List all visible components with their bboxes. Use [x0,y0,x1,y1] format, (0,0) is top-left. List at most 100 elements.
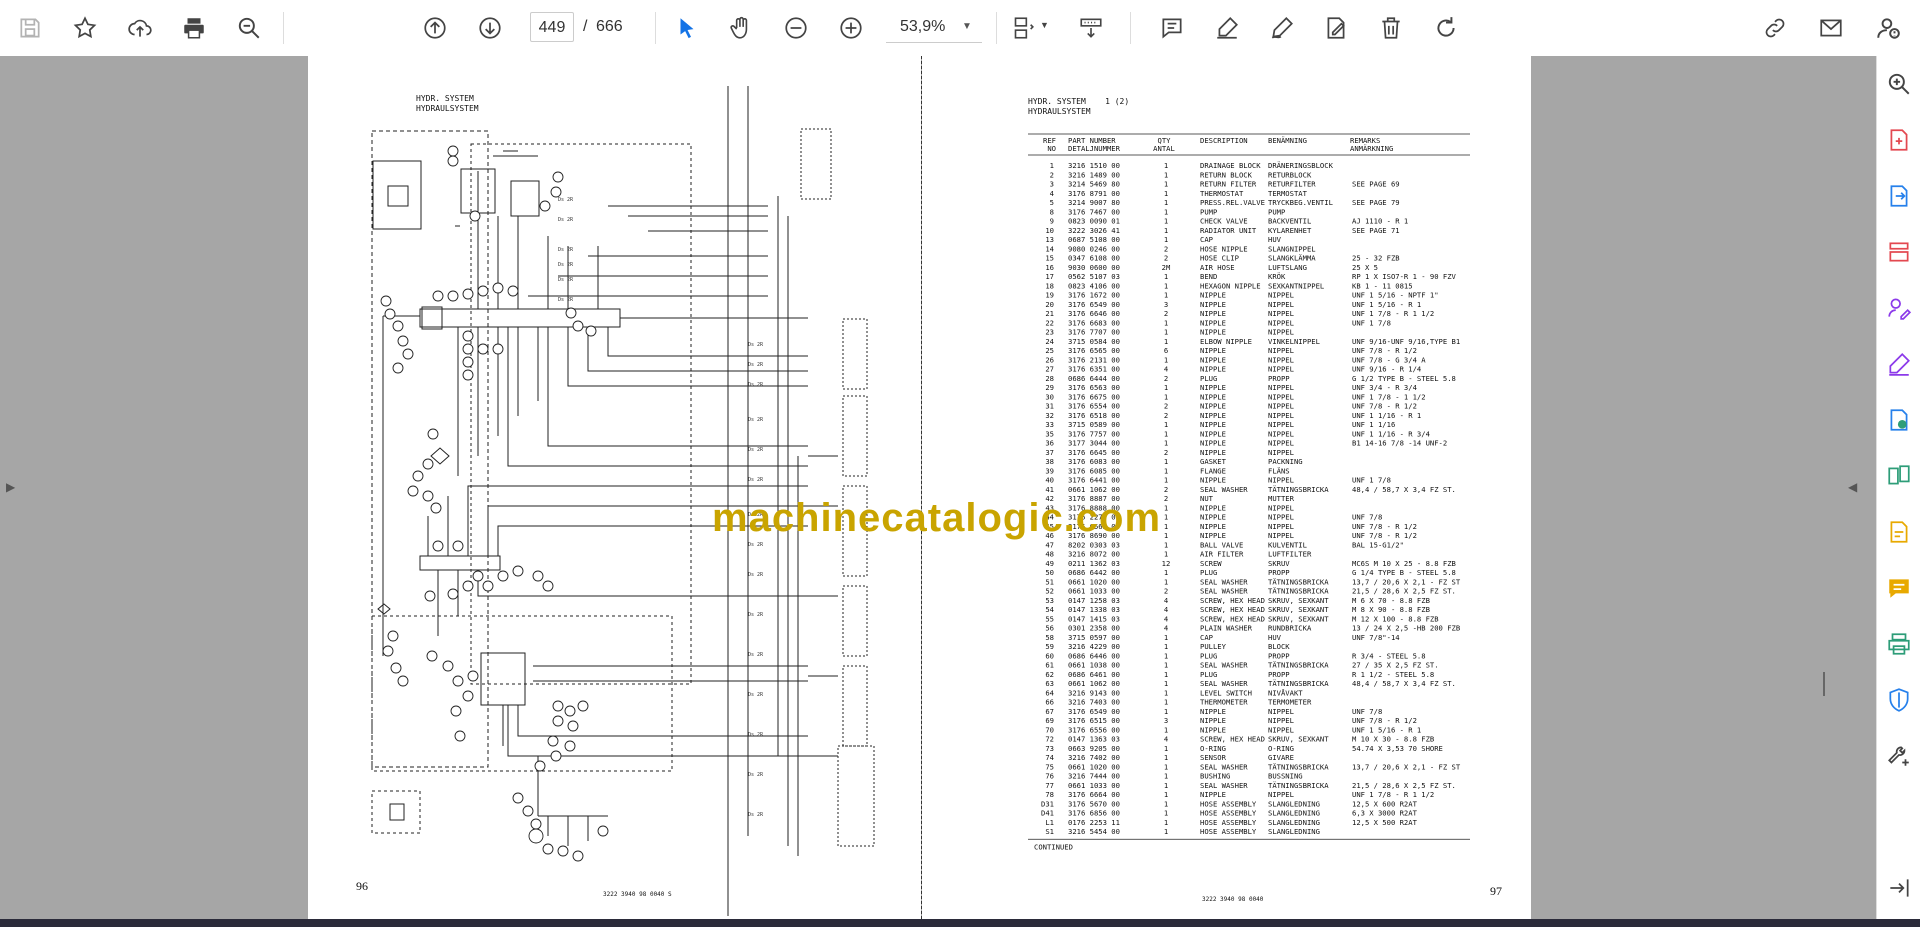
more-tools-icon[interactable] [1883,740,1915,772]
select-cursor-icon[interactable] [669,10,705,46]
document-viewer[interactable]: ▶ HYDR. SYSTEM HYDRAULSYSTEM Ds 2R Ds 2R… [0,56,1876,919]
comment-tool-icon[interactable] [1883,572,1915,604]
print-production-icon[interactable] [1883,628,1915,660]
table-header: DESCRIPTION [1200,136,1248,145]
collapse-panel-icon[interactable] [1883,872,1915,904]
table-cell-description: HOSE CLIP [1200,254,1239,263]
table-cell-part-number: 0663 9205 00 [1068,744,1120,753]
table-cell-benamning: TÄTNINGSBRICKA [1268,762,1329,771]
request-signature-icon[interactable] [1883,292,1915,324]
export-pdf-icon[interactable] [1883,180,1915,212]
zoom-level-select[interactable]: 53,9% ▼ [886,12,982,43]
create-pdf-icon[interactable] [1883,124,1915,156]
table-cell-benamning: NIPPEL [1268,318,1294,327]
upload-icon[interactable] [122,10,158,46]
table-cell-description: NIPPLE [1200,300,1226,309]
table-cell-qty: 12 [1162,559,1171,568]
table-cell-description: NIPPLE [1200,513,1226,522]
table-cell-description: NIPPLE [1200,411,1226,420]
page-up-icon[interactable] [417,10,453,46]
table-cell-qty: 2 [1164,448,1168,457]
table-cell-ref: 40 [1045,476,1054,485]
table-cell-description: SEAL WASHER [1200,661,1248,670]
table-cell-description: SCREW [1200,559,1222,568]
table-cell-qty: 1 [1164,568,1168,577]
zoom-search-icon[interactable] [231,10,267,46]
compare-files-icon[interactable] [1883,460,1915,492]
table-cell-qty: 1 [1164,217,1168,226]
print-icon[interactable] [176,10,212,46]
draw-icon[interactable] [1264,10,1300,46]
page-down-icon[interactable] [472,10,508,46]
table-cell-remarks: 12,5 X 500 R2AT [1352,818,1418,827]
scrollbar-thumb[interactable] [1823,672,1825,696]
right-page-footer-code: 3222 3940 98 0040 [1202,896,1264,903]
redo-icon[interactable] [1428,10,1464,46]
tools-panel [1876,56,1920,927]
send-for-review-icon[interactable] [1883,404,1915,436]
table-cell-qty: 1 [1164,337,1168,346]
svg-text:Ds 2R: Ds 2R [748,447,764,453]
protect-icon[interactable] [1883,684,1915,716]
table-cell-benamning: SKRUV, SEXKANT [1268,596,1329,605]
account-icon[interactable] [1870,10,1906,46]
organize-pages-icon[interactable] [1883,236,1915,268]
table-cell-ref: 37 [1045,448,1054,457]
table-cell-ref: 28 [1045,374,1054,383]
email-icon[interactable] [1813,10,1849,46]
table-cell-benamning: NIPPEL [1268,503,1294,512]
fill-and-sign-icon[interactable] [1883,348,1915,380]
table-cell-benamning: SKRUV, SEXKANT [1268,735,1329,744]
comment-icon[interactable] [1154,10,1190,46]
share-link-icon[interactable] [1757,10,1793,46]
edit-pdf-icon[interactable] [1883,516,1915,548]
table-cell-benamning: SLANGNIPPEL [1268,244,1316,253]
zoom-out-icon[interactable] [778,10,814,46]
fit-page-icon[interactable] [1004,10,1040,46]
fill-sign-icon[interactable] [1318,10,1354,46]
table-cell-qty: 2M [1162,263,1171,272]
svg-text:Ds 2R: Ds 2R [558,197,574,203]
delete-icon[interactable] [1373,10,1409,46]
table-cell-benamning: TRYCKBEG.VENTIL [1268,198,1333,207]
left-panel-toggle-icon[interactable]: ▶ [6,480,15,494]
table-cell-ref: 41 [1045,485,1054,494]
table-cell-benamning: KRÖK [1268,272,1286,281]
page-number-input[interactable]: 449 [530,12,574,42]
table-cell-remarks: 21,5 / 28,6 X 2,5 FZ ST. [1352,587,1456,596]
highlight-icon[interactable] [1209,10,1245,46]
table-cell-ref: 10 [1045,226,1054,235]
table-cell-qty: 1 [1164,161,1168,170]
svg-text:Ds 2R: Ds 2R [748,732,764,738]
table-cell-part-number: 3216 7403 00 [1068,698,1120,707]
svg-text:Ds 2R: Ds 2R [748,417,764,423]
right-panel-toggle-icon[interactable]: ◀ [1848,480,1857,494]
table-cell-part-number: 9030 0600 00 [1068,263,1120,272]
zoom-search-icon[interactable] [1883,68,1915,100]
save-icon[interactable] [12,10,48,46]
hand-icon[interactable] [723,10,759,46]
table-cell-benamning: NIPPEL [1268,300,1294,309]
table-cell-qty: 1 [1164,688,1168,697]
svg-text:Ds 2R: Ds 2R [748,772,764,778]
table-cell-qty: 1 [1164,429,1168,438]
table-cell-benamning: SEXKANTNIPPEL [1268,281,1324,290]
table-cell-ref: 56 [1045,624,1054,633]
table-cell-benamning: NIPPEL [1268,531,1294,540]
chevron-down-icon[interactable]: ▼ [1040,20,1049,30]
scroll-mode-icon[interactable] [1073,10,1109,46]
table-cell-ref: 77 [1045,781,1054,790]
zoom-in-icon[interactable] [833,10,869,46]
bookmark-star-icon[interactable] [67,10,103,46]
table-cell-part-number: 3176 6083 00 [1068,457,1120,466]
table-cell-description: PLUG [1200,651,1217,660]
table-cell-remarks: UNF 3/4 - R 3/4 [1352,383,1417,392]
table-cell-qty: 1 [1164,550,1168,559]
table-cell-part-number: 3176 6683 00 [1068,318,1120,327]
table-cell-qty: 2 [1164,254,1168,263]
table-cell-ref: 52 [1045,587,1054,596]
table-cell-benamning: NIPPEL [1268,429,1294,438]
table-cell-benamning: TÄTNINGSBRICKA [1268,781,1329,790]
table-cell-qty: 1 [1164,198,1168,207]
svg-text:Ds 2R: Ds 2R [748,612,764,618]
